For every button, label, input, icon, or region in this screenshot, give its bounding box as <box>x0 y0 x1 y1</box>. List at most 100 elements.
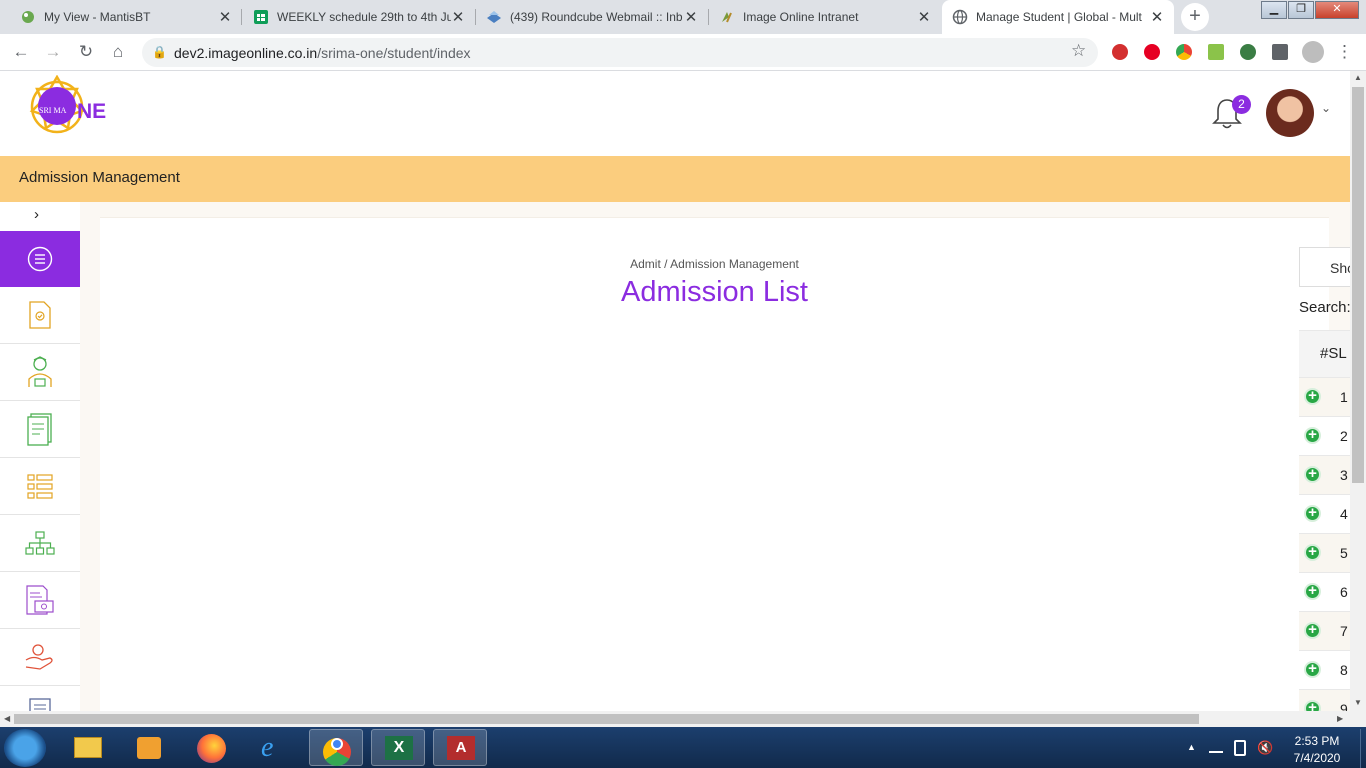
close-icon[interactable]: ✕ <box>218 8 232 26</box>
sidebar-item-admission[interactable] <box>0 287 80 344</box>
globe-icon <box>952 9 968 25</box>
expand-row-plus-icon[interactable]: + <box>1304 466 1321 483</box>
scroll-right-arrow-icon[interactable]: ▶ <box>1337 714 1343 723</box>
close-icon[interactable]: ✕ <box>684 8 698 26</box>
network-signal-icon[interactable] <box>1209 741 1223 753</box>
pinterest-icon[interactable] <box>1144 44 1160 60</box>
sidebar-toggle-button[interactable]: › <box>34 206 39 223</box>
tab-roundcube[interactable]: (439) Roundcube Webmail :: Inb ✕ <box>476 0 708 34</box>
adblock-icon[interactable] <box>1112 44 1128 60</box>
main-content-card: Admit / Admission Management Admission L… <box>100 217 1329 711</box>
address-bar[interactable]: 🔒 dev2.imageonline.co.in/srima-one/stude… <box>142 38 1098 67</box>
row-serial-number: 5 <box>1340 545 1348 561</box>
expand-row-plus-icon[interactable]: + <box>1304 583 1321 600</box>
globe-extension-icon[interactable] <box>1240 44 1256 60</box>
sidebar-item-list[interactable] <box>0 458 80 515</box>
expand-row-plus-icon[interactable]: + <box>1304 661 1321 678</box>
table-header: #SL <box>1299 330 1350 377</box>
taskbar-internet-explorer[interactable]: e <box>247 729 301 766</box>
tab-manage-student[interactable]: Manage Student | Global - Mult ✕ <box>942 0 1174 34</box>
row-serial-number: 2 <box>1340 428 1348 444</box>
table-row: +8 <box>1299 650 1350 689</box>
tab-intranet[interactable]: Image Online Intranet ✕ <box>709 0 941 34</box>
taskbar-access[interactable]: A <box>433 729 487 766</box>
expand-row-plus-icon[interactable]: + <box>1304 622 1321 639</box>
back-button[interactable]: ← <box>10 42 32 62</box>
chevron-down-icon[interactable]: ⌄ <box>1321 101 1331 115</box>
bookmark-star-icon[interactable]: ☆ <box>1071 41 1086 61</box>
tab-mantis[interactable]: My View - MantisBT ✕ <box>10 0 242 34</box>
table-row: +1 <box>1299 377 1350 416</box>
taskbar-excel[interactable]: X <box>371 729 425 766</box>
row-serial-number: 8 <box>1340 662 1348 678</box>
taskbar-chrome[interactable] <box>309 729 363 766</box>
scroll-left-arrow-icon[interactable]: ◀ <box>4 714 10 723</box>
browser-toolbar: ← → ↻ ⌂ 🔒 dev2.imageonline.co.in/srima-o… <box>0 34 1366 71</box>
expand-row-plus-icon[interactable]: + <box>1304 544 1321 561</box>
taskbar-media-player[interactable] <box>122 729 176 766</box>
user-avatar[interactable] <box>1266 89 1314 137</box>
document-check-icon <box>29 301 51 329</box>
srima-one-logo[interactable]: SRI MA NE <box>16 74 116 155</box>
student-icon <box>28 356 52 387</box>
show-entries-select[interactable]: Show <box>1299 247 1350 287</box>
reload-button[interactable]: ↻ <box>75 42 97 62</box>
horizontal-scrollbar-thumb[interactable] <box>14 714 1199 724</box>
tab-weekly-schedule[interactable]: WEEKLY schedule 29th to 4th Ju ✕ <box>243 0 475 34</box>
extensions-puzzle-icon[interactable] <box>1272 44 1288 60</box>
row-serial-number: 3 <box>1340 467 1348 483</box>
profile-icon[interactable] <box>1302 41 1324 63</box>
row-serial-number: 4 <box>1340 506 1348 522</box>
windows-start-button[interactable] <box>4 729 46 767</box>
expand-row-plus-icon[interactable]: + <box>1304 505 1321 522</box>
sidebar-item-hierarchy[interactable] <box>0 515 80 572</box>
minimize-window-button[interactable]: ▁ <box>1261 1 1287 19</box>
close-window-button[interactable]: ✕ <box>1315 1 1359 19</box>
show-desktop-button[interactable] <box>1360 729 1366 768</box>
show-hidden-icons-icon[interactable]: ▲ <box>1187 742 1196 752</box>
taskbar-firefox[interactable] <box>185 729 239 766</box>
scroll-down-arrow-icon[interactable]: ▼ <box>1354 698 1362 707</box>
home-button[interactable]: ⌂ <box>107 42 129 62</box>
cart-icon[interactable] <box>1208 44 1224 60</box>
sl-column-header[interactable]: #SL <box>1320 345 1347 362</box>
close-icon[interactable]: ✕ <box>451 8 465 26</box>
url-path: /srima-one/student/index <box>317 45 471 61</box>
sidebar-item-notice[interactable] <box>0 686 80 711</box>
volume-muted-icon[interactable]: 🔇 <box>1257 740 1273 756</box>
forward-button[interactable]: → <box>42 42 64 62</box>
report-icon <box>27 413 52 446</box>
sidebar-item-partnership[interactable] <box>0 629 80 686</box>
row-serial-number: 6 <box>1340 584 1348 600</box>
vertical-scrollbar-thumb[interactable] <box>1352 87 1364 483</box>
fee-icon <box>26 585 54 615</box>
close-icon[interactable]: ✕ <box>917 8 931 26</box>
expand-row-plus-icon[interactable]: + <box>1304 388 1321 405</box>
scroll-up-arrow-icon[interactable]: ▲ <box>1354 73 1362 82</box>
new-tab-button[interactable]: + <box>1181 3 1209 31</box>
access-icon: A <box>447 736 475 760</box>
maximize-window-button[interactable]: ❐ <box>1288 1 1314 19</box>
browser-menu-icon[interactable]: ⋮ <box>1336 42 1353 62</box>
table-row: +7 <box>1299 611 1350 650</box>
taskbar-file-explorer[interactable] <box>61 729 115 766</box>
tab-title: Manage Student | Global - Mult <box>976 10 1142 24</box>
chrome-extension-icon[interactable] <box>1176 44 1192 60</box>
sidebar-menu-button[interactable] <box>0 231 80 287</box>
folder-icon <box>74 737 102 758</box>
expand-row-plus-icon[interactable]: + <box>1304 700 1321 711</box>
battery-icon[interactable] <box>1234 740 1246 756</box>
mantis-icon <box>20 9 36 25</box>
system-clock[interactable]: 2:53 PM 7/4/2020 <box>1282 733 1352 767</box>
close-icon[interactable]: ✕ <box>1150 8 1164 26</box>
sheets-icon <box>253 9 269 25</box>
sidebar-item-student[interactable] <box>0 344 80 401</box>
internet-explorer-icon: e <box>261 732 274 763</box>
sidebar-item-reports[interactable] <box>0 401 80 458</box>
tab-title: WEEKLY schedule 29th to 4th Ju <box>277 10 451 24</box>
notice-icon <box>29 697 51 711</box>
sidebar-item-fees[interactable] <box>0 572 80 629</box>
expand-row-plus-icon[interactable]: + <box>1304 427 1321 444</box>
url-text[interactable]: dev2.imageonline.co.in/srima-one/student… <box>174 45 471 61</box>
logo-outer-text: NE <box>77 100 107 123</box>
